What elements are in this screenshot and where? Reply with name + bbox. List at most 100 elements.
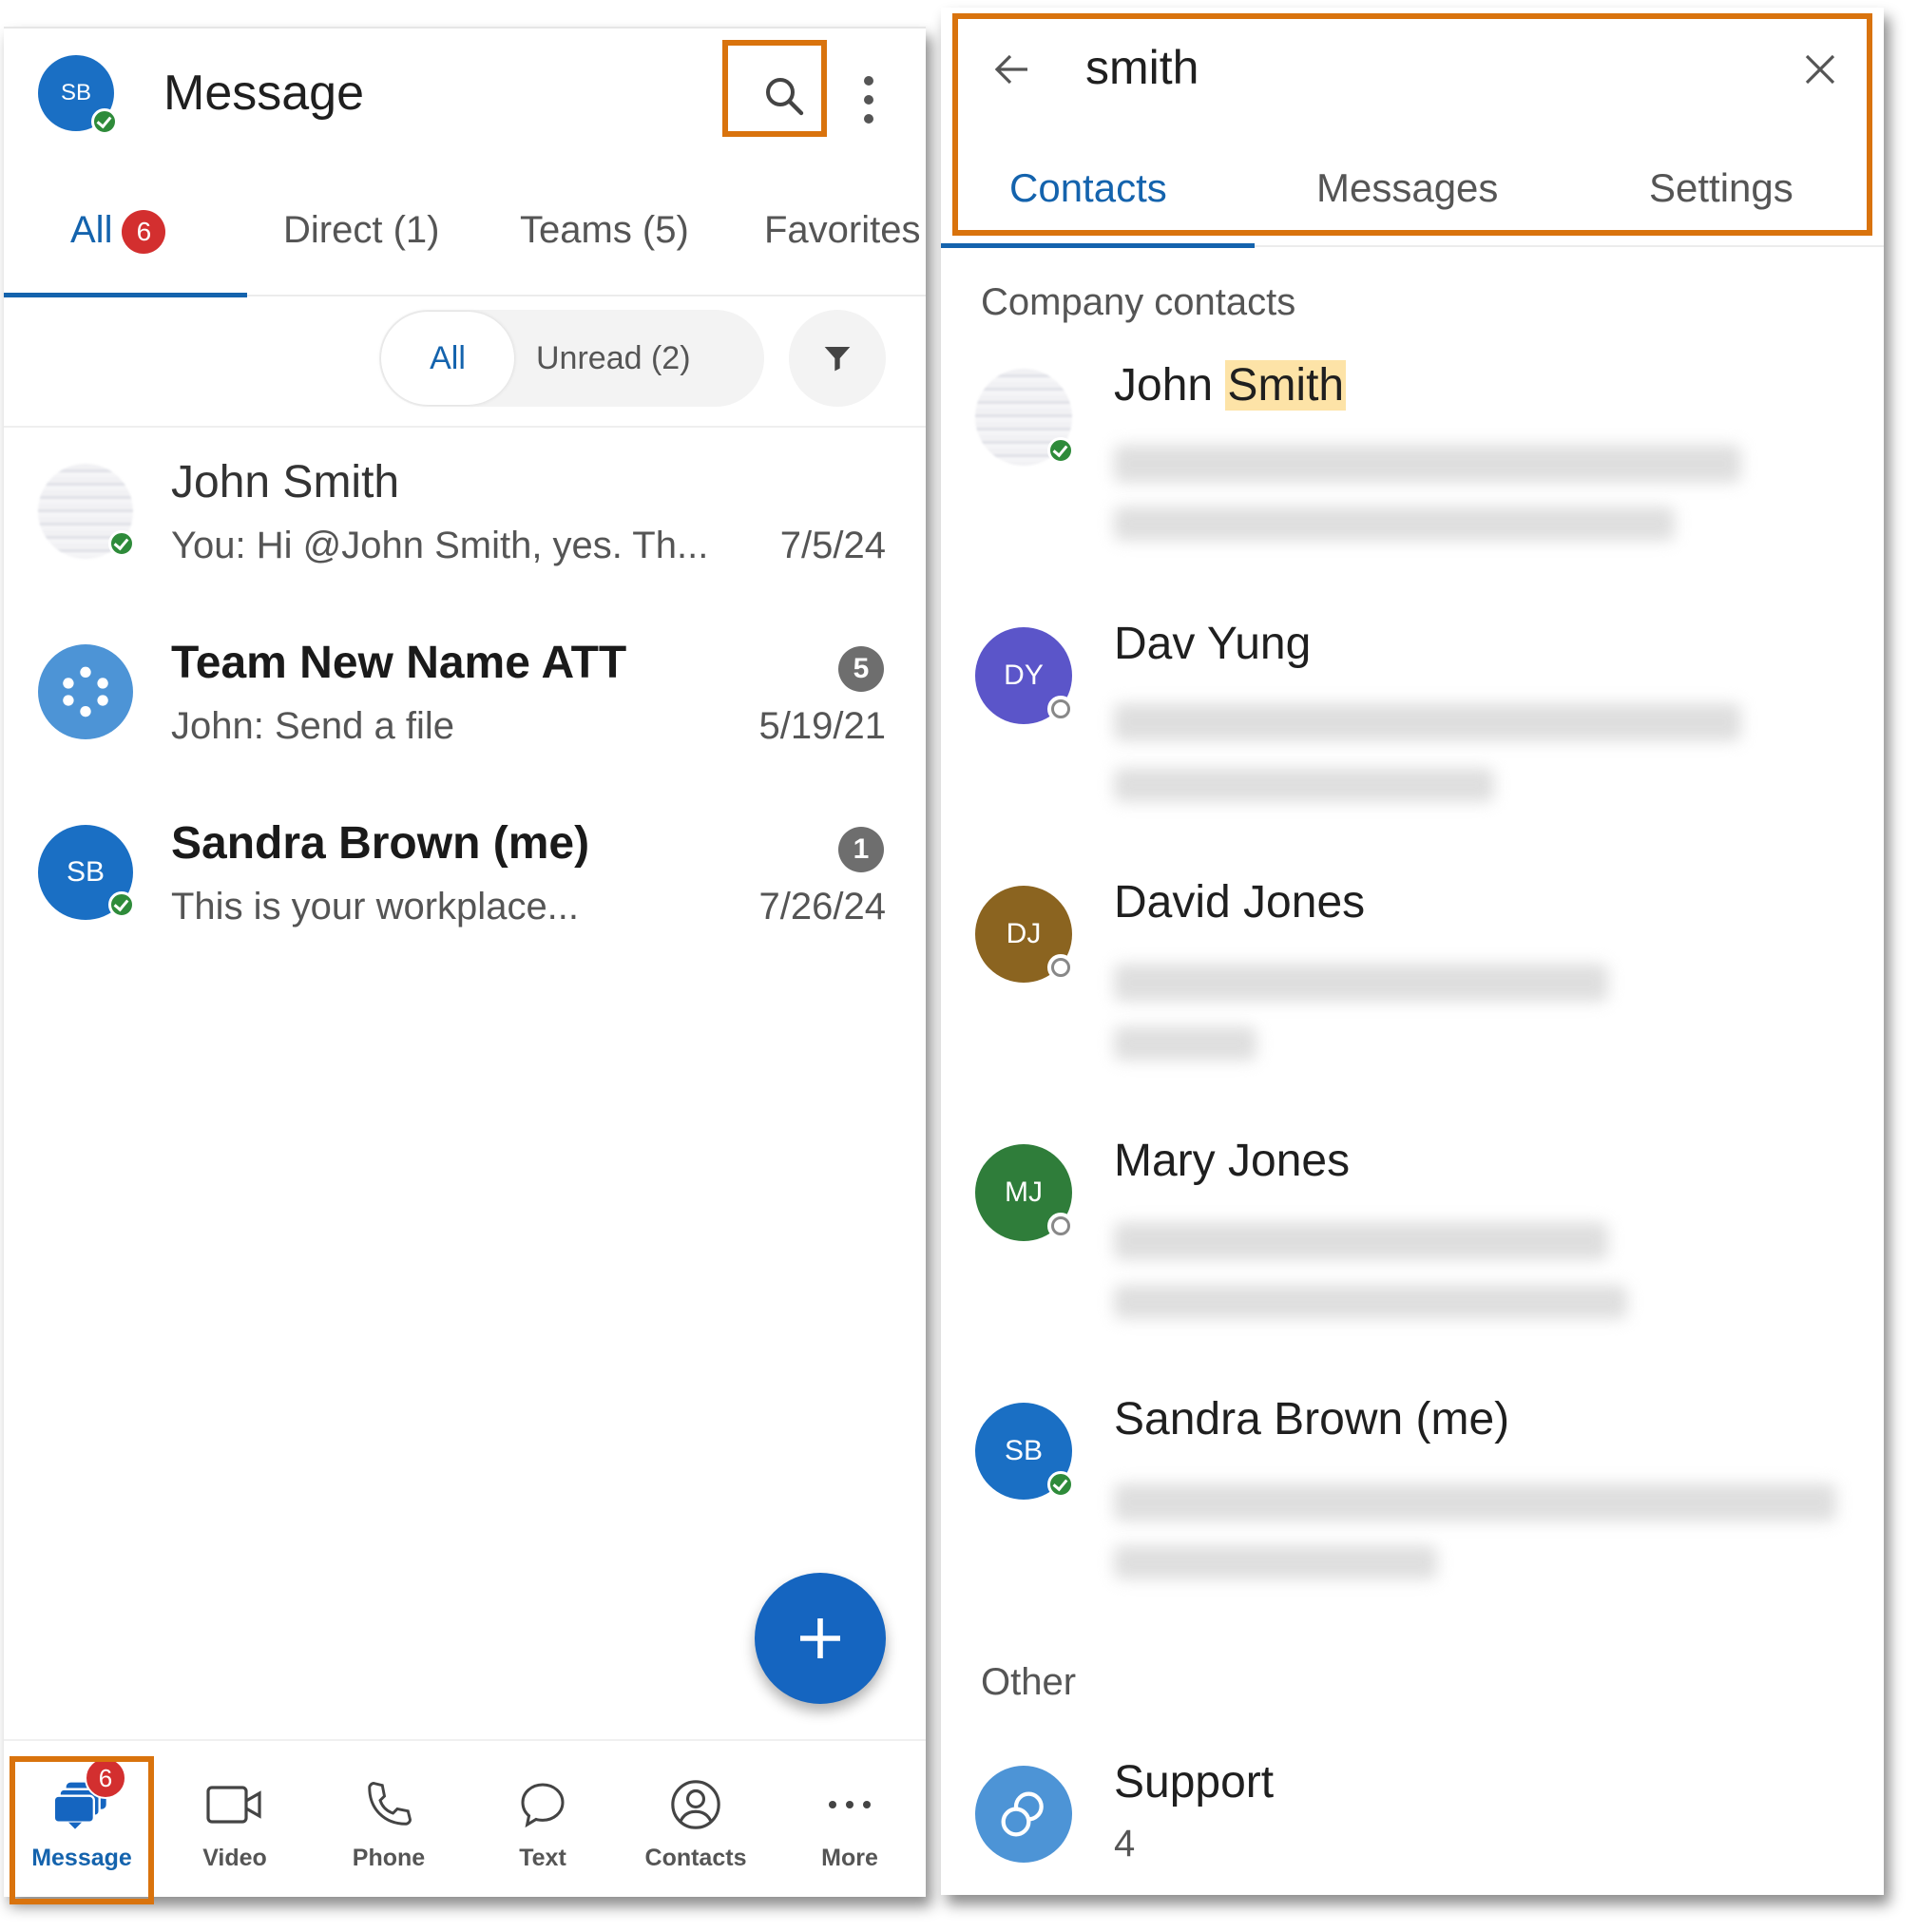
user-avatar[interactable]: SB <box>38 55 118 135</box>
online-status-icon <box>108 530 135 557</box>
kebab-dot-icon <box>864 76 873 86</box>
nav-phone[interactable]: Phone <box>313 1741 465 1893</box>
kebab-dot-icon <box>864 114 873 124</box>
online-status-icon <box>1047 437 1074 464</box>
contact-name: David Jones <box>1114 877 1366 928</box>
conversation-name: John Smith <box>171 457 400 507</box>
search-input[interactable] <box>1085 34 1713 101</box>
search-match-highlight: Smith <box>1225 360 1347 411</box>
contact-item[interactable]: MJ Mary Jones <box>941 1135 1884 1391</box>
arrow-left-icon <box>994 54 1027 85</box>
filter-button[interactable] <box>789 310 886 407</box>
unread-badge: 5 <box>838 646 884 692</box>
nav-contacts[interactable]: Contacts <box>620 1741 772 1893</box>
plus-icon <box>800 1618 840 1658</box>
conversation-preview: This is your workplace... <box>171 886 580 928</box>
search-icon <box>766 78 804 116</box>
contact-subtitle: 4 <box>1114 1823 1136 1865</box>
offline-status-icon <box>1047 1213 1074 1239</box>
conversation-date: 7/26/24 <box>758 886 886 928</box>
message-tabs: All 6 Direct (1) Teams (5) Favorites <box>4 171 926 297</box>
text-icon <box>521 1783 565 1828</box>
nav-more[interactable]: More <box>774 1741 926 1893</box>
filter-unread-button[interactable]: Unread (2) <box>536 310 691 407</box>
bottom-navigation: 6 Message Video Phone Text Contacts More <box>4 1739 926 1904</box>
conversation-name: Team New Name ATT <box>171 638 627 688</box>
team-avatar <box>38 644 133 739</box>
redacted-details <box>1114 1026 1256 1061</box>
redacted-details <box>1114 1222 1608 1260</box>
online-status-icon <box>1047 1471 1074 1498</box>
conversation-item[interactable]: SB Sandra Brown (me) 1 This is your work… <box>4 808 926 979</box>
tab-settings[interactable]: Settings <box>1649 165 1793 211</box>
tab-teams[interactable]: Teams (5) <box>520 209 689 252</box>
video-icon <box>206 1786 261 1824</box>
nav-message[interactable]: 6 Message <box>6 1741 158 1893</box>
divider <box>4 426 926 428</box>
close-icon <box>1805 54 1835 85</box>
tab-messages[interactable]: Messages <box>1316 165 1498 211</box>
online-status-icon <box>91 108 118 135</box>
nav-text[interactable]: Text <box>467 1741 619 1893</box>
offline-status-icon <box>1047 696 1074 722</box>
phone-icon <box>368 1782 412 1826</box>
support-avatar <box>975 1766 1072 1863</box>
redacted-details <box>1114 1545 1437 1579</box>
redacted-details <box>1114 1285 1627 1319</box>
tab-direct[interactable]: Direct (1) <box>283 209 439 252</box>
back-button[interactable] <box>979 36 1045 103</box>
section-header-company: Company contacts <box>981 281 1296 323</box>
filter-icon <box>824 347 851 372</box>
unread-count-badge: 6 <box>122 210 166 255</box>
unread-badge: 1 <box>838 827 884 872</box>
contact-name: Mary Jones <box>1114 1136 1351 1186</box>
support-icon <box>1001 1791 1044 1837</box>
conversation-preview: You: Hi @John Smith, yes. Th... <box>171 525 709 566</box>
active-tab-indicator <box>4 293 247 297</box>
conversation-preview: John: Send a file <box>171 705 454 747</box>
contact-item[interactable]: SB Sandra Brown (me) <box>941 1393 1884 1650</box>
search-result-tabs: Contacts Messages Settings <box>941 150 1884 248</box>
tab-all[interactable]: All 6 <box>70 209 166 255</box>
offline-status-icon <box>1047 954 1074 981</box>
conversation-date: 5/19/21 <box>758 705 886 747</box>
contact-name: John Smith <box>1114 360 1347 411</box>
page-title: Message <box>163 66 364 121</box>
redacted-details <box>1114 964 1608 1002</box>
tab-contacts[interactable]: Contacts <box>1009 165 1167 211</box>
search-panel: Contacts Messages Settings Company conta… <box>941 8 1884 1895</box>
read-filter-segment: All Unread (2) <box>379 310 764 407</box>
contact-item[interactable]: DJ David Jones <box>941 876 1884 1133</box>
contact-item[interactable]: DY Dav Yung <box>941 618 1884 874</box>
redacted-details <box>1114 703 1741 741</box>
search-button[interactable] <box>741 53 827 139</box>
tab-favorites[interactable]: Favorites <box>764 209 921 252</box>
conversation-item[interactable]: John Smith You: Hi @John Smith, yes. Th.… <box>4 447 926 618</box>
contact-name: Dav Yung <box>1114 619 1312 669</box>
new-message-button[interactable] <box>755 1573 886 1704</box>
contact-item[interactable]: John Smith <box>941 359 1884 616</box>
more-options-button[interactable] <box>854 67 883 133</box>
nav-badge: 6 <box>85 1757 126 1799</box>
conversation-date: 7/5/24 <box>779 525 886 566</box>
message-panel: SB Message All 6 Direct (1) Teams (5) Fav… <box>4 27 926 1904</box>
contact-item[interactable]: Support 4 <box>941 1756 1884 1889</box>
active-tab-indicator <box>941 243 1255 248</box>
contact-name: Sandra Brown (me) <box>1114 1394 1510 1444</box>
contacts-icon <box>671 1780 720 1829</box>
kebab-dot-icon <box>864 95 873 105</box>
nav-video[interactable]: Video <box>159 1741 311 1893</box>
redacted-details <box>1114 507 1675 541</box>
more-icon <box>829 1801 871 1808</box>
redacted-details <box>1114 1483 1836 1521</box>
conversation-name: Sandra Brown (me) <box>171 818 590 869</box>
redacted-details <box>1114 445 1741 483</box>
contact-name: Support <box>1114 1757 1275 1808</box>
online-status-icon <box>108 891 135 918</box>
section-header-other: Other <box>981 1661 1077 1703</box>
redacted-details <box>1114 768 1494 802</box>
conversation-item[interactable]: Team New Name ATT 5 John: Send a file 5/… <box>4 627 926 798</box>
team-icon <box>63 666 108 717</box>
filter-all-button[interactable]: All <box>381 312 514 405</box>
clear-search-button[interactable] <box>1787 36 1853 103</box>
